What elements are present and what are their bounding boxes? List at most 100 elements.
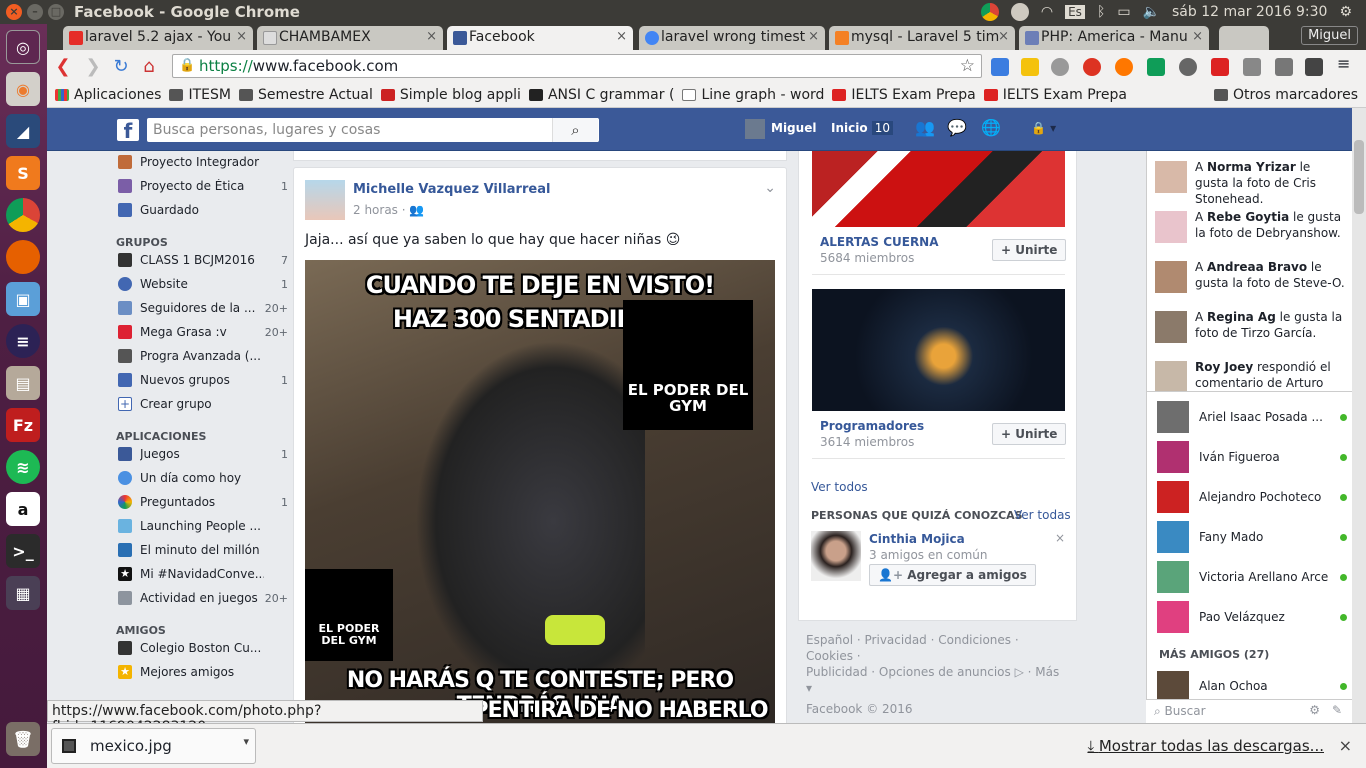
tab-php[interactable]: PHP: America - Manu ×	[1019, 26, 1209, 50]
tab-close-icon[interactable]: ×	[236, 29, 247, 44]
friend-list-item[interactable]: ★ Mejores amigos	[118, 661, 288, 683]
friend-requests-icon[interactable]: 👥	[915, 118, 935, 137]
extension-icon[interactable]	[1021, 58, 1039, 76]
tab-close-icon[interactable]: ×	[1192, 29, 1203, 44]
extension-icon[interactable]	[1115, 58, 1133, 76]
add-friend-button[interactable]: 👤+ Agregar a amigos	[869, 564, 1036, 586]
download-item[interactable]: mexico.jpg ▾	[51, 728, 256, 764]
join-group-button[interactable]: + Unirte	[992, 423, 1067, 445]
group-cover-programadores[interactable]	[812, 289, 1065, 411]
trash-icon[interactable]: 🗑	[6, 722, 40, 756]
user-avatar[interactable]	[745, 119, 765, 139]
search-icon[interactable]: ⌕	[552, 118, 598, 142]
post-options-chevron-icon[interactable]: ⌄	[764, 180, 776, 196]
group-cover-alertas[interactable]	[812, 151, 1065, 227]
chat-search-input[interactable]: ⌕ Buscar ⚙ ✎	[1146, 699, 1352, 723]
pymk-avatar[interactable]	[811, 531, 861, 581]
virtualbox-icon[interactable]: ▣	[6, 282, 40, 316]
tab-facebook[interactable]: Facebook ×	[447, 26, 633, 50]
wifi-icon[interactable]: ◠	[1041, 4, 1053, 20]
notifications-globe-icon[interactable]: 🌐	[981, 118, 1001, 137]
chat-contact[interactable]: Pao Velázquez	[1157, 599, 1347, 635]
app-item[interactable]: El minuto del millón	[118, 539, 288, 561]
address-bar[interactable]: 🔒 https://www.facebook.com ☆	[172, 54, 982, 78]
firefox-icon[interactable]	[6, 240, 40, 274]
left-nav-item[interactable]: Proyecto Integrador	[118, 151, 288, 173]
volume-icon[interactable]: 🔈	[1143, 4, 1160, 20]
tab-stackoverflow[interactable]: mysql - Laravel 5 tim ×	[829, 26, 1015, 50]
group-item[interactable]: Seguidores de la ... 20+	[118, 297, 288, 319]
join-group-button[interactable]: + Unirte	[992, 239, 1067, 261]
chat-contact[interactable]: Ariel Isaac Posada ...	[1157, 399, 1347, 435]
profile-link[interactable]: Miguel	[771, 121, 816, 135]
amazon-icon[interactable]: a	[6, 492, 40, 526]
terminal-icon[interactable]: >_	[6, 534, 40, 568]
privacy-lock-icon[interactable]: 🔒 ▾	[1031, 121, 1056, 135]
workspace-switcher-icon[interactable]: ▦	[6, 576, 40, 610]
extension-icon[interactable]	[1275, 58, 1293, 76]
other-bookmarks[interactable]: Otros marcadores	[1213, 87, 1358, 103]
app-item[interactable]: Launching People ...	[118, 515, 288, 537]
post-author-name[interactable]: Michelle Vazquez Villarreal	[353, 182, 550, 197]
ticker-item[interactable]: A Regina Ag le gusta la foto de Tirzo Ga…	[1155, 309, 1345, 349]
app-item[interactable]: Actividad en juegos 20+	[118, 587, 288, 609]
extension-icon[interactable]	[1179, 58, 1197, 76]
filezilla-icon[interactable]: Fz	[6, 408, 40, 442]
extension-icon[interactable]	[1243, 58, 1261, 76]
facebook-logo-icon[interactable]: f	[117, 119, 139, 143]
tab-youtube[interactable]: laravel 5.2 ajax - You ×	[63, 26, 253, 50]
pymk-see-all-link[interactable]: Ver todas	[1014, 508, 1071, 522]
chat-contact[interactable]: Alejandro Pochoteco	[1157, 479, 1347, 515]
group-item[interactable]: CLASS 1 BCJM2016 7	[118, 249, 288, 271]
home-link[interactable]: Inicio 10	[831, 121, 894, 135]
app-item[interactable]: Preguntados 1	[118, 491, 288, 513]
minimize-window-button[interactable]: –	[27, 4, 43, 20]
bookmark-item[interactable]: Simple blog appli	[380, 87, 521, 103]
sublime-text-icon[interactable]: S	[6, 156, 40, 190]
group-name[interactable]: Programadores	[820, 419, 924, 433]
bookmark-item[interactable]: Line graph - word	[682, 87, 824, 103]
app-item[interactable]: Juegos 1	[118, 443, 288, 465]
tab-close-icon[interactable]: ×	[426, 29, 437, 44]
tab-close-icon[interactable]: ×	[998, 29, 1009, 44]
chrome-launcher-icon[interactable]	[6, 198, 40, 232]
ticker-item[interactable]: A Rebe Goytia le gusta la foto de Debrya…	[1155, 209, 1345, 249]
tab-close-icon[interactable]: ×	[808, 29, 819, 44]
friend-list-item[interactable]: Colegio Boston Cu...	[118, 637, 288, 659]
eclipse-icon[interactable]: ≡	[6, 324, 40, 358]
mysql-workbench-icon[interactable]: ◢	[6, 114, 40, 148]
battery-icon[interactable]: ▭	[1117, 4, 1130, 20]
show-all-downloads-link[interactable]: ⤓ Mostrar todas las descargas...	[1087, 737, 1324, 755]
ticker-item[interactable]: A Norma Yrizar le gusta la foto de Cris …	[1155, 159, 1345, 206]
group-item[interactable]: Progra Avanzada (...	[118, 345, 288, 367]
group-item[interactable]: + Crear grupo	[118, 393, 288, 415]
extension-icon[interactable]	[1051, 58, 1069, 76]
app-item[interactable]: ★ Mi #NavidadConve...	[118, 563, 288, 585]
chat-settings-gear-icon[interactable]: ⚙	[1309, 703, 1320, 717]
messages-icon[interactable]: 💬	[947, 118, 967, 137]
pymk-mutual[interactable]: 3 amigos en común	[869, 548, 988, 562]
chrome-tray-icon[interactable]	[980, 3, 999, 21]
group-item[interactable]: Nuevos grupos 1	[118, 369, 288, 391]
bluetooth-icon[interactable]: ᛒ	[1097, 4, 1105, 20]
close-download-bar-icon[interactable]: ×	[1339, 736, 1352, 755]
bookmark-item[interactable]: IELTS Exam Prepa	[832, 87, 976, 103]
chrome-profile-button[interactable]: Miguel	[1301, 26, 1358, 45]
left-nav-item[interactable]: Guardado	[118, 199, 288, 221]
tab-google[interactable]: laravel wrong timest ×	[639, 26, 825, 50]
adblock-plus-icon[interactable]	[1083, 58, 1101, 76]
bookmark-star-icon[interactable]: ☆	[960, 56, 975, 76]
bookmark-folder[interactable]: ITESM	[169, 87, 231, 103]
extension-icon[interactable]	[1305, 58, 1323, 76]
close-window-button[interactable]: ×	[6, 4, 22, 20]
bookmark-item[interactable]: IELTS Exam Prepa	[983, 87, 1127, 103]
download-menu-chevron-icon[interactable]: ▾	[243, 735, 249, 748]
files-icon[interactable]: ◉	[6, 72, 40, 106]
chat-contact[interactable]: Alan Ochoa	[1157, 671, 1347, 701]
pymk-name[interactable]: Cinthia Mojica	[869, 532, 965, 546]
group-item[interactable]: Website 1	[118, 273, 288, 295]
ubuntu-dash-icon[interactable]: ◎	[6, 30, 40, 64]
clock[interactable]: sáb 12 mar 2016 9:30	[1172, 4, 1327, 20]
reload-icon[interactable]: ↻	[111, 56, 131, 77]
dismiss-close-icon[interactable]: ×	[1055, 531, 1065, 545]
